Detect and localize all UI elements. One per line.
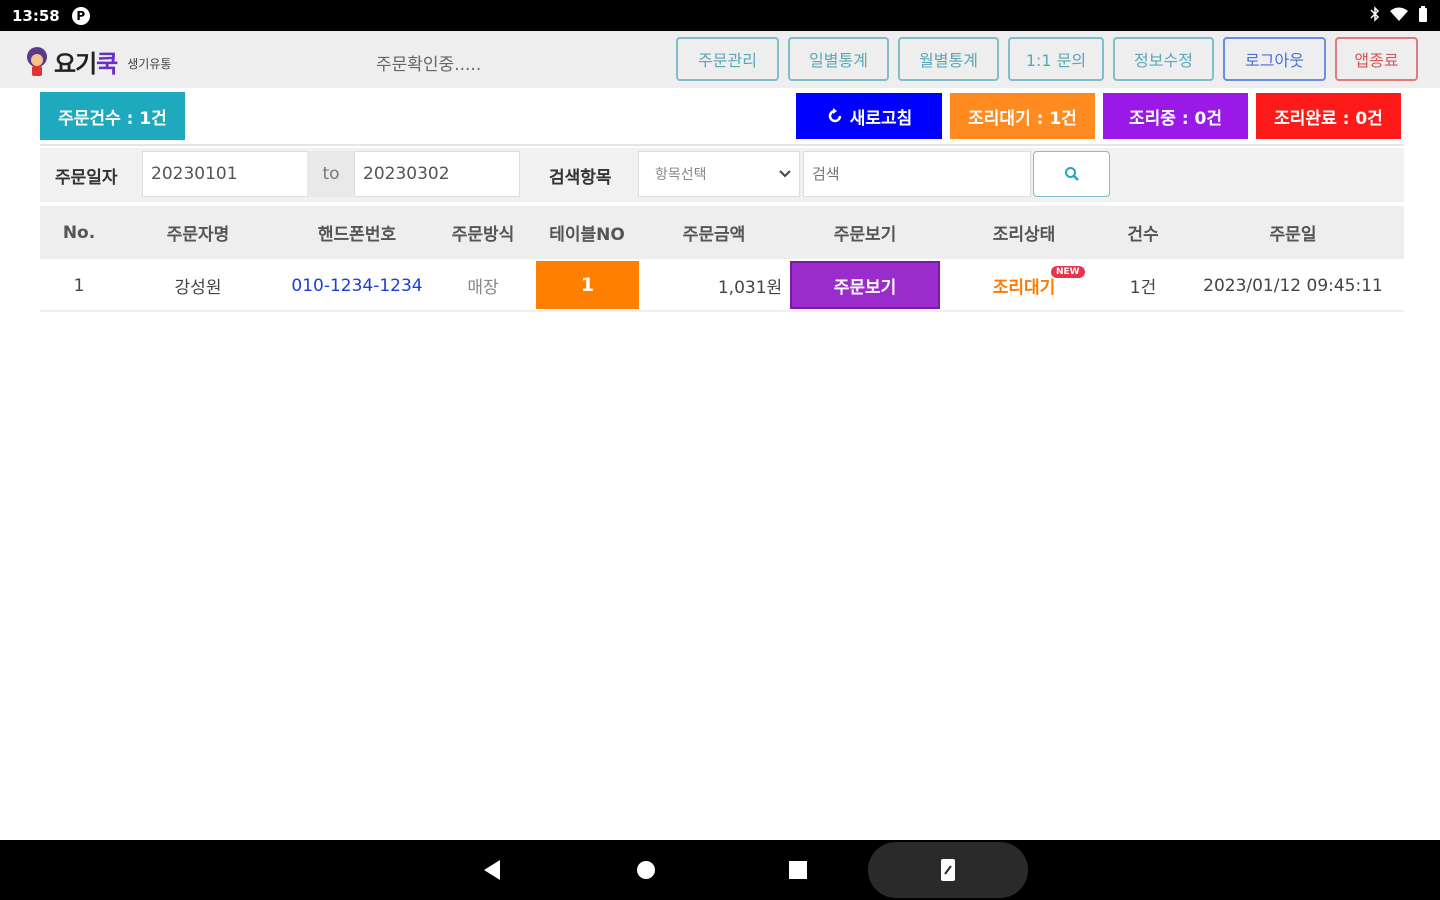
chevron-down-icon: [779, 170, 791, 178]
col-no: No.: [62, 222, 96, 243]
search-field-select[interactable]: 항목선택: [638, 151, 800, 197]
rotate-button[interactable]: [936, 840, 960, 900]
table-row[interactable]: 1 강성원 010-1234-1234 매장 1 1,031원 주문보기 조리대…: [40, 259, 1404, 312]
search-input[interactable]: [803, 151, 1031, 197]
cell-table-no: 1: [536, 261, 639, 309]
order-check-notice: 주문확인중.....: [376, 55, 482, 75]
nav-monthly-stats-button[interactable]: 월별통계: [898, 37, 999, 81]
bluetooth-icon: [1370, 5, 1380, 26]
system-nav-bar: [0, 840, 1440, 900]
col-phone: 핸드폰번호: [317, 225, 397, 245]
cell-method: 매장: [467, 278, 499, 298]
cell-state: 조리대기: [992, 278, 1056, 298]
back-button[interactable]: [478, 840, 506, 900]
col-view: 주문보기: [833, 225, 897, 245]
cell-no: 1: [73, 275, 85, 296]
select-value: 항목선택: [655, 167, 707, 183]
recents-icon: [789, 861, 807, 879]
status-icons: [1370, 5, 1428, 26]
date-to-input[interactable]: [354, 151, 520, 197]
nav-edit-info-button[interactable]: 정보수정: [1113, 37, 1214, 81]
done-filter-button[interactable]: 조리완료 : 0건: [1256, 93, 1401, 139]
cooking-filter-button[interactable]: 조리중 : 0건: [1103, 93, 1248, 139]
search-filter-bar: 주문일자 to 검색항목 항목선택: [40, 148, 1404, 202]
search-field-label: 검색항목: [549, 167, 612, 188]
battery-icon: [1418, 5, 1428, 26]
back-icon: [484, 860, 500, 880]
home-icon: [637, 861, 655, 879]
order-count-badge: 주문건수 : 1건: [40, 92, 185, 140]
brand-sub: 생기유통: [127, 57, 172, 71]
top-nav: 주문관리 일별통계 월별통계 1:1 문의 정보수정 로그아웃 앱종료: [676, 37, 1418, 81]
app-logo: 요기쿡 생기유통: [24, 44, 171, 79]
app-header: 요기쿡 생기유통 주문확인중..... 주문관리 일별통계 월별통계 1:1 문…: [0, 31, 1440, 88]
col-method: 주문방식: [451, 225, 515, 245]
nav-inquiry-button[interactable]: 1:1 문의: [1008, 37, 1104, 81]
refresh-button[interactable]: 새로고침: [796, 93, 942, 139]
cell-count: 1건: [1129, 278, 1157, 298]
col-amount: 주문금액: [682, 225, 746, 245]
to-label: to: [307, 151, 355, 197]
brand-name: 요기쿡: [54, 50, 118, 78]
mascot-icon: [24, 46, 50, 77]
clock: 13:58: [12, 6, 60, 25]
cell-amount: 1,031원: [717, 278, 783, 298]
nav-order-manage-button[interactable]: 주문관리: [676, 37, 779, 81]
cell-name: 강성원: [174, 278, 222, 298]
status-actions: 새로고침 조리대기 : 1건 조리중 : 0건 조리완료 : 0건: [796, 93, 1401, 139]
cell-date: 2023/01/12 09:45:11: [1203, 275, 1383, 296]
new-badge: NEW: [1051, 266, 1085, 278]
orders-table: No. 주문자명 핸드폰번호 주문방식 테이블NO 주문금액 주문보기 조리상태…: [40, 206, 1404, 312]
waiting-filter-button[interactable]: 조리대기 : 1건: [950, 93, 1095, 139]
nav-daily-stats-button[interactable]: 일별통계: [788, 37, 889, 81]
status-bar: 13:58 P: [0, 0, 1440, 31]
logout-button[interactable]: 로그아웃: [1223, 37, 1326, 81]
cell-phone-link[interactable]: 010-1234-1234: [291, 259, 422, 312]
col-state: 조리상태: [992, 225, 1056, 245]
app-notification-icon: P: [71, 6, 90, 25]
home-button[interactable]: [634, 840, 658, 900]
wifi-icon: [1390, 7, 1408, 25]
col-name: 주문자명: [166, 225, 230, 245]
refresh-label: 새로고침: [849, 108, 913, 129]
col-table-no: 테이블NO: [549, 225, 625, 245]
refresh-icon: [828, 108, 841, 123]
search-icon: [1064, 167, 1079, 181]
divider: [40, 144, 1404, 146]
col-count: 건수: [1127, 225, 1159, 245]
date-from-input[interactable]: [142, 151, 308, 197]
rotate-icon: [941, 859, 955, 881]
recents-button[interactable]: [786, 840, 810, 900]
date-label: 주문일자: [55, 167, 118, 188]
exit-app-button[interactable]: 앱종료: [1335, 37, 1418, 81]
view-order-button[interactable]: 주문보기: [790, 261, 940, 309]
col-date: 주문일: [1269, 225, 1317, 245]
table-header: No. 주문자명 핸드폰번호 주문방식 테이블NO 주문금액 주문보기 조리상태…: [40, 206, 1404, 259]
search-button[interactable]: [1033, 151, 1110, 197]
